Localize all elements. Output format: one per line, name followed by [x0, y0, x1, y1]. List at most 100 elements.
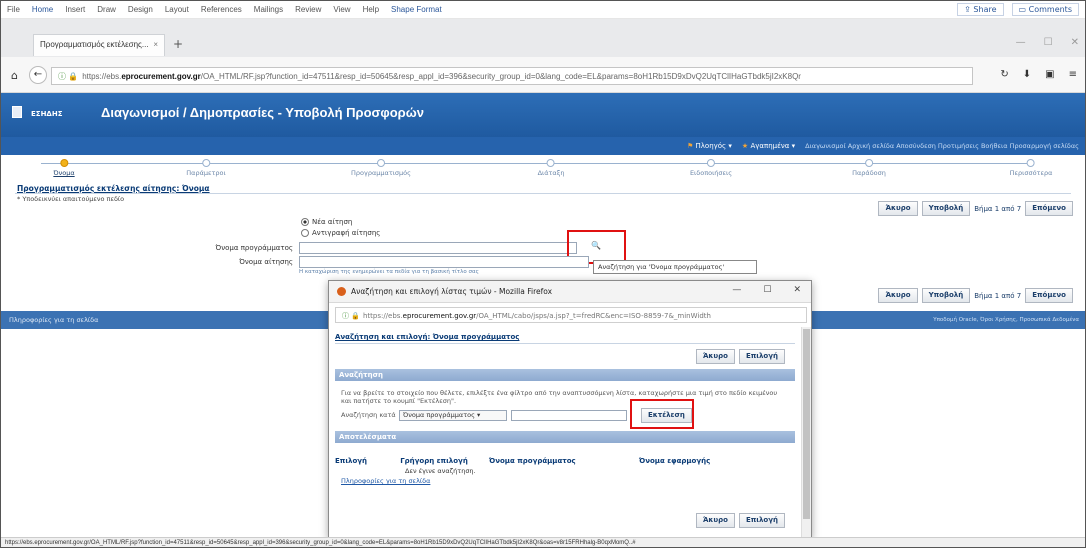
reload-icon[interactable]: ↻ [1000, 69, 1008, 80]
ribbon-right: ⇪ Share ▭ Comments [957, 3, 1085, 16]
popup-heading-divider [335, 343, 795, 344]
search-instructions: Για να βρείτε το στοιχείο που θέλετε, επ… [341, 389, 778, 405]
app-header: ΕΣΗΔΗΣ Διαγωνισμοί / Δημοπρασίες - Υποβο… [1, 93, 1085, 137]
train-dot [377, 159, 385, 167]
next-button[interactable]: Επόμενο [1025, 201, 1073, 216]
radio-copy-request[interactable]: Αντιγραφή αίτησης [301, 229, 380, 237]
popup-cancel-button[interactable]: Άκυρο [695, 349, 735, 364]
ribbon-tab-layout[interactable]: Layout [159, 5, 195, 14]
maximize-icon[interactable]: ☐ [1044, 37, 1053, 48]
new-tab-button[interactable]: + [173, 37, 183, 51]
ribbon-tab-view[interactable]: View [327, 5, 356, 14]
train-label: Διάταξη [537, 169, 565, 177]
browser-tab[interactable]: Προγραμματισμός εκτέλεσης... × [33, 34, 165, 56]
page-info-link[interactable]: Πληροφορίες για τη σελίδα [9, 316, 98, 324]
favorites-menu[interactable]: ★ Αγαπημένα ▾ [742, 142, 795, 150]
train-dot [865, 159, 873, 167]
screen: File Home Insert Draw Design Layout Refe… [0, 0, 1086, 548]
popup-close-icon[interactable]: ✕ [793, 285, 801, 295]
minimize-icon[interactable]: — [1016, 37, 1026, 48]
ribbon-tab-file[interactable]: File [1, 5, 26, 14]
app-logo-icon [12, 106, 22, 118]
cancel-button[interactable]: Άκυρο [878, 201, 918, 216]
ribbon-tab-design[interactable]: Design [122, 5, 159, 14]
ribbon-tab-review[interactable]: Review [289, 5, 327, 14]
ribbon-tab-shape-format[interactable]: Shape Format [385, 5, 448, 14]
popup-minimize-icon[interactable]: — [732, 285, 741, 295]
bottom-button-row: Άκυρο Υποβολή Βήμα 1 από 7 Επόμενο [878, 288, 1073, 303]
search-section-header: Αναζήτηση [335, 369, 795, 381]
ribbon-tab-mailings[interactable]: Mailings [248, 5, 289, 14]
radio-new-request[interactable]: Νέα αίτηση [301, 218, 352, 226]
popup-scrollbar-thumb[interactable] [803, 329, 810, 519]
ribbon-tab-draw[interactable]: Draw [91, 5, 122, 14]
menu-icon[interactable]: ≡ [1069, 69, 1077, 80]
search-by-label: Αναζήτηση κατά [341, 411, 396, 419]
col-program-name: Όνομα προγράμματος [489, 457, 576, 465]
train-step-5[interactable]: Ειδοποιήσεις [690, 159, 732, 177]
comment-icon: ▭ [1018, 5, 1029, 14]
results-table-header: Επιλογή Γρήγορη επιλογή Όνομα προγράμματ… [335, 457, 795, 467]
popup-cancel-button-bottom[interactable]: Άκυρο [695, 513, 735, 528]
train-step-7[interactable]: Περισσότερα [1010, 159, 1052, 177]
tab-close-icon[interactable]: × [153, 40, 158, 49]
back-button[interactable]: ← [29, 66, 47, 84]
cancel-button-bottom[interactable]: Άκυρο [878, 288, 918, 303]
ribbon-tab-help[interactable]: Help [357, 5, 385, 14]
train-label: Προγραμματισμός [351, 169, 411, 177]
train-label: Όνομα [53, 169, 75, 177]
radio-label: Αντιγραφή αίτησης [312, 229, 381, 237]
browser-tab-bar: Προγραμματισμός εκτέλεσης... × + — ☐ ✕ [1, 19, 1085, 57]
page-title: Προγραμματισμός εκτέλεσης αίτησης: Όνομα [17, 184, 210, 193]
request-name-hint: Η καταχώριση της ενημερώνει τα πεδία για… [299, 269, 479, 275]
popup-window-controls: — ☐ ✕ [732, 285, 801, 295]
popup-select-button[interactable]: Επιλογή [738, 349, 785, 364]
search-tooltip: Αναζήτηση για 'Όνομα προγράμματος' [593, 260, 757, 274]
share-button[interactable]: ⇪ Share [957, 3, 1004, 16]
ribbon-tab-insert[interactable]: Insert [59, 5, 91, 14]
popup-lock-icon: ⓘ 🔒 [342, 312, 360, 320]
ribbon-tab-home[interactable]: Home [26, 5, 59, 14]
train-step-1: Όνομα [53, 159, 75, 177]
browser-status-bar: https://ebs.eprocurement.gov.gr/OA_HTML/… [1, 537, 1085, 547]
col-select: Επιλογή [335, 457, 368, 465]
step-indicator-bottom: Βήμα 1 από 7 [974, 291, 1022, 300]
ribbon-tab-references[interactable]: References [195, 5, 248, 14]
popup-scrollbar[interactable] [801, 327, 811, 537]
train-dot [547, 159, 555, 167]
train-label: Παράδοση [852, 169, 886, 177]
train-step-3[interactable]: Προγραμματισμός [351, 159, 411, 177]
search-by-value: Όνομα προγράμματος [403, 411, 475, 419]
flag-icon: ⚑ [686, 142, 696, 150]
library-icon[interactable]: ▣ [1045, 69, 1054, 80]
home-icon[interactable]: ⌂ [11, 69, 18, 82]
popup-select-button-bottom[interactable]: Επιλογή [738, 513, 785, 528]
footer-links[interactable]: Υποδομή Oracle, Όροι Χρήσης, Προσωπικά Δ… [933, 317, 1079, 323]
download-icon[interactable]: ⬇ [1023, 69, 1031, 80]
popup-url-prefix: https://ebs. [362, 312, 403, 320]
search-term-input[interactable] [511, 410, 627, 421]
app-title: Διαγωνισμοί / Δημοπρασίες - Υποβολή Προσ… [101, 105, 424, 120]
close-window-icon[interactable]: ✕ [1071, 37, 1079, 48]
col-application-name: Όνομα εφαρμογής [639, 457, 711, 465]
col-quick-select: Γρήγορη επιλογή [400, 457, 468, 465]
comments-button[interactable]: ▭ Comments [1011, 3, 1079, 16]
submit-button-bottom[interactable]: Υποβολή [921, 288, 971, 303]
train-step-2[interactable]: Παράμετροι [186, 159, 226, 177]
train-dot [1027, 159, 1035, 167]
popup-maximize-icon[interactable]: ☐ [763, 285, 771, 295]
submit-button[interactable]: Υποβολή [921, 201, 971, 216]
program-name-input[interactable] [299, 242, 577, 254]
popup-page-info-link[interactable]: Πληροφορίες για τη σελίδα [341, 477, 430, 485]
popup-address-bar[interactable]: ⓘ 🔒 https://ebs.eprocurement.gov.gr/OA_HT… [335, 307, 807, 323]
train-dot [201, 159, 210, 167]
train-label: Ειδοποιήσεις [689, 169, 733, 177]
address-bar[interactable]: ⓘ 🔒 https://ebs.eprocurement.gov.gr/OA_HT… [51, 67, 973, 85]
train-step-6[interactable]: Παράδοση [852, 159, 886, 177]
global-links[interactable]: Διαγωνισμοί Αρχική σελίδα Αποσύνδεση Προ… [805, 142, 1079, 150]
search-by-select[interactable]: Όνομα προγράμματος ▾ [399, 410, 507, 421]
next-button-bottom[interactable]: Επόμενο [1025, 288, 1073, 303]
navigator-menu[interactable]: ⚑ Πλοηγός ▾ [687, 142, 732, 150]
train-step-4[interactable]: Διάταξη [537, 159, 565, 177]
request-name-input[interactable] [299, 256, 589, 268]
